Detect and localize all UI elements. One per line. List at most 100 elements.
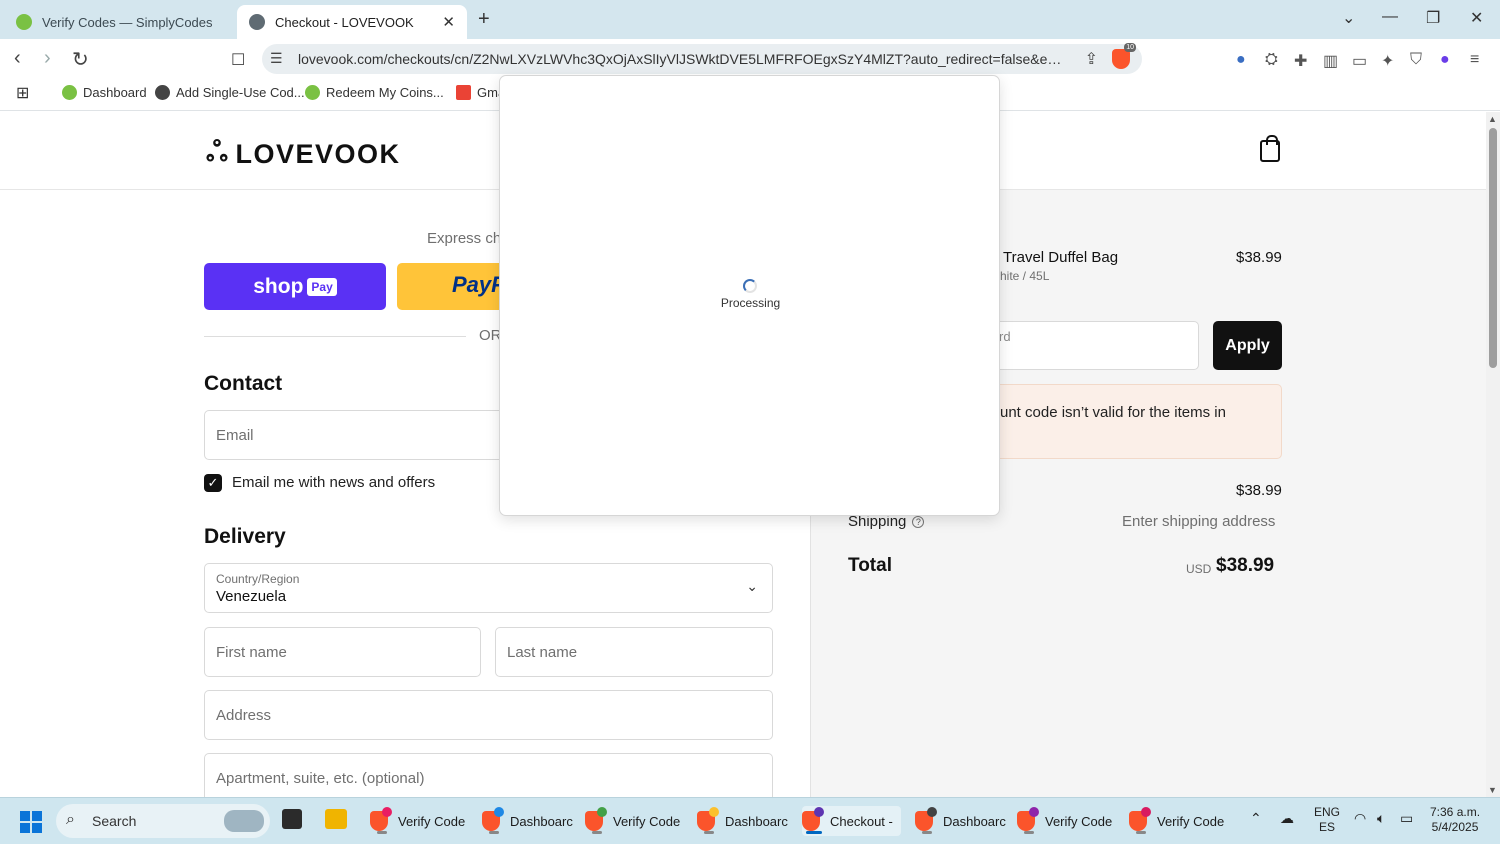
first-name-field[interactable]: First name (204, 627, 481, 677)
clock[interactable]: 7:36 a.m. 5/4/2025 (1430, 805, 1480, 835)
site-settings-icon[interactable]: ☰ (270, 50, 283, 67)
first-name-placeholder: First name (216, 644, 287, 661)
simplycodes-icon (305, 85, 320, 100)
brave-icon (370, 807, 392, 831)
apartment-field[interactable]: Apartment, suite, etc. (optional) (204, 753, 773, 797)
taskbar-app-label: Dashboarc (725, 813, 788, 829)
vpn-shield-icon[interactable]: ⛉ (1410, 51, 1422, 69)
language-primary: ENG (1314, 805, 1341, 819)
brave-icon (585, 807, 607, 831)
profile-icon[interactable]: ● (1440, 51, 1450, 69)
close-window-icon[interactable]: ✕ (1470, 8, 1483, 28)
windows-taskbar: ⌕ Search Verify Code Dashboarc Verify Co… (0, 797, 1500, 844)
bookmark-gmail[interactable]: Gma (456, 85, 505, 100)
shop-pay-label: shop (253, 274, 304, 298)
minimize-icon[interactable]: — (1382, 8, 1398, 26)
task-view-icon[interactable] (282, 809, 302, 829)
leo-ai-icon[interactable]: ✦ (1381, 51, 1394, 71)
bookmark-redeem-coins[interactable]: Redeem My Coins... (305, 85, 444, 100)
scrollbar-thumb[interactable] (1489, 128, 1497, 368)
shop-pay-button[interactable]: shop Pay (204, 263, 386, 310)
language-secondary: ES (1319, 820, 1336, 834)
wallet-icon[interactable]: ▭ (1352, 51, 1367, 71)
simplycodes-favicon-icon (16, 14, 32, 30)
taskbar-app-dashboard[interactable]: Dashboarc (697, 806, 788, 836)
address-field[interactable]: Address (204, 690, 773, 740)
show-hidden-icons-icon[interactable]: ⌃ (1250, 810, 1262, 827)
taskbar-app-verify-code[interactable]: Verify Code (585, 806, 680, 836)
share-icon[interactable]: ⇪ (1085, 49, 1098, 69)
taskbar-app-verify-code[interactable]: Verify Code (1017, 806, 1112, 836)
cart-bag-icon[interactable] (1260, 135, 1280, 162)
reload-icon[interactable]: ↻ (72, 47, 89, 72)
taskbar-app-dashboard[interactable]: Dashboarc (482, 806, 573, 836)
scroll-up-icon[interactable]: ▲ (1488, 114, 1497, 124)
brave-icon (482, 807, 504, 831)
url-text[interactable]: lovevook.com/checkouts/cn/Z2NwLXVzLWVhc3… (298, 51, 1068, 67)
search-icon: ⌕ (66, 811, 75, 828)
tab-checkout[interactable]: Checkout - LOVEVOOK ✕ (237, 5, 467, 39)
search-label: Search (92, 813, 137, 829)
wifi-icon[interactable]: ◠ (1354, 810, 1366, 827)
express-checkout-label: Express ch (427, 230, 502, 247)
store-logo[interactable]: ஃ LOVEVOOK (206, 136, 401, 172)
bookmark-icon[interactable]: ☐ (231, 50, 245, 70)
bookmark-dashboard[interactable]: Dashboard (62, 85, 147, 100)
taskbar-app-label: Verify Code (398, 813, 466, 829)
country-label: Country/Region (216, 572, 300, 586)
volume-icon[interactable]: 🔈︎ (1377, 810, 1385, 827)
forward-icon[interactable]: › (44, 47, 51, 70)
running-indicator (377, 831, 387, 834)
logo-text: LOVEVOOK (235, 138, 401, 169)
address-placeholder: Address (216, 707, 272, 724)
clock-date: 5/4/2025 (1431, 820, 1479, 834)
restore-icon[interactable]: ❐ (1426, 8, 1440, 28)
tab-verify-codes[interactable]: Verify Codes — SimplyCodes (4, 5, 232, 39)
apps-grid-icon[interactable]: ⊞ (16, 83, 29, 103)
robot-extension-icon[interactable]: ⛭ (1265, 51, 1278, 69)
taskbar-app-checkout[interactable]: Checkout - (802, 806, 901, 836)
extensions-icon[interactable]: ✚ (1294, 51, 1307, 71)
taskbar-app-label: Dashboarc (943, 813, 1006, 829)
bookmark-add-single-use-code[interactable]: Add Single-Use Cod... (155, 85, 305, 100)
country-value: Venezuela (216, 588, 287, 605)
country-select[interactable]: Country/Region Venezuela ⌄ (204, 563, 773, 613)
brave-shields-icon[interactable]: 10 (1112, 43, 1136, 69)
help-icon[interactable]: ? (912, 515, 925, 528)
last-name-placeholder: Last name (507, 644, 578, 661)
processing-text: Processing (720, 296, 781, 310)
new-tab-icon[interactable]: + (478, 8, 490, 31)
chevron-down-icon: ⌄ (746, 578, 758, 594)
cloud-offline-icon[interactable]: ☁ (1280, 810, 1294, 827)
scroll-down-icon[interactable]: ▼ (1488, 785, 1497, 795)
discount-code-input[interactable]: rd (990, 321, 1199, 370)
gmail-icon (456, 85, 471, 100)
apply-button[interactable]: Apply (1213, 321, 1282, 370)
sidebar-icon[interactable]: ▥ (1323, 51, 1338, 71)
address-bar[interactable]: ☰ lovevook.com/checkouts/cn/Z2NwLXVzLWVh… (262, 43, 1142, 74)
item-variant: hite / 45L (1000, 269, 1050, 283)
tab-search-chevron-icon[interactable]: ⌄ (1342, 8, 1355, 28)
search-highlight-image (224, 810, 264, 832)
back-icon[interactable]: ‹ (14, 47, 21, 70)
battery-icon[interactable]: ▭ (1400, 810, 1413, 827)
running-indicator (592, 831, 602, 834)
taskbar-search[interactable]: ⌕ Search (56, 804, 270, 838)
windows-start-icon[interactable] (20, 811, 42, 833)
last-name-field[interactable]: Last name (495, 627, 773, 677)
taskbar-app-dashboard[interactable]: Dashboarc (915, 806, 1006, 836)
file-explorer-icon[interactable] (325, 809, 347, 829)
menu-icon[interactable]: ≡ (1470, 51, 1479, 69)
close-tab-icon[interactable]: ✕ (442, 13, 455, 31)
extension-badge-icon[interactable]: ● (1236, 51, 1246, 69)
taskbar-app-verify-code[interactable]: Verify Code (370, 806, 465, 836)
page-scrollbar[interactable]: ▲ ▼ (1486, 112, 1500, 797)
brave-icon (915, 807, 937, 831)
error-message: unt code isn’t valid for the items in (1000, 404, 1226, 421)
taskbar-app-verify-code[interactable]: Verify Code (1129, 806, 1224, 836)
language-indicator[interactable]: ENG ES (1314, 805, 1340, 835)
newsletter-checkbox[interactable]: ✓ (204, 474, 222, 492)
paypal-label: PayP (452, 272, 506, 297)
running-indicator (1024, 831, 1034, 834)
running-indicator (704, 831, 714, 834)
